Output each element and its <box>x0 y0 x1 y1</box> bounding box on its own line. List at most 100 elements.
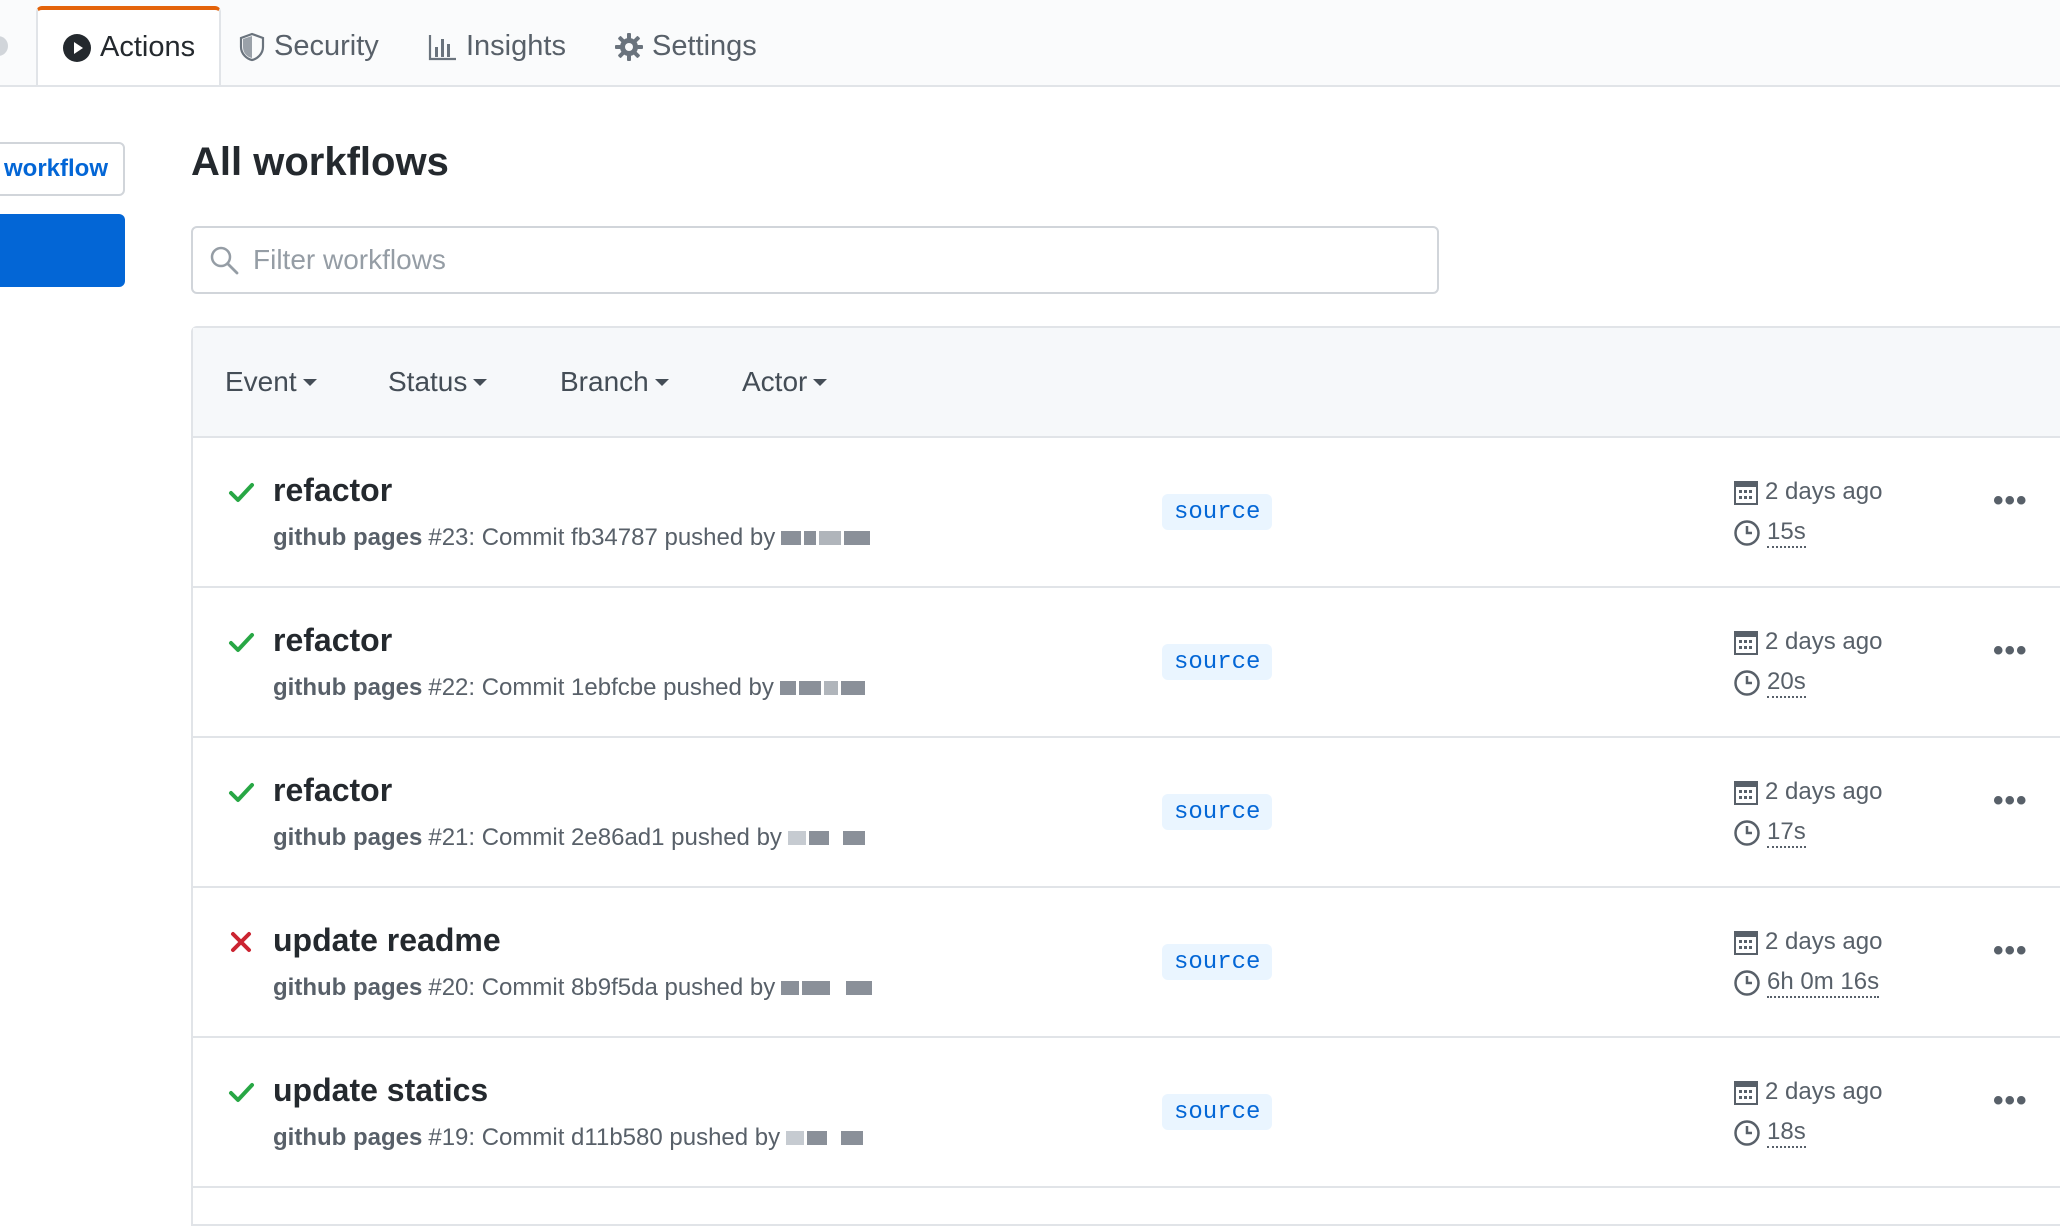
calendar-icon <box>1733 478 1759 506</box>
more-options-icon[interactable]: ••• <box>1993 484 2028 518</box>
check-icon <box>227 628 255 656</box>
status-filter[interactable]: Status <box>388 366 488 398</box>
calendar-icon <box>1733 778 1759 806</box>
workflow-run-row[interactable]: update statics github pages #19: Commit … <box>193 1038 2060 1188</box>
run-description: #22: Commit 1ebfcbe pushed by <box>428 674 774 701</box>
run-date-text: 2 days ago <box>1765 478 1883 505</box>
more-options-icon[interactable]: ••• <box>1993 634 2028 668</box>
run-duration: 20s <box>1733 668 1806 698</box>
branch-filter[interactable]: Branch <box>560 366 669 398</box>
more-options-icon[interactable]: ••• <box>1993 934 2028 968</box>
run-duration-text: 6h 0m 16s <box>1767 968 1880 998</box>
run-date-text: 2 days ago <box>1765 778 1883 805</box>
run-title[interactable]: refactor <box>273 472 392 509</box>
check-icon <box>227 478 255 506</box>
run-date: 2 days ago <box>1733 1078 1882 1106</box>
more-options-icon[interactable]: ••• <box>1993 1084 2028 1118</box>
workflow-runs-list: Event Status Branch Actor refactor githu… <box>191 326 2060 1226</box>
clock-icon <box>1733 819 1761 847</box>
run-title[interactable]: update readme <box>273 922 501 959</box>
caret-down-icon <box>302 378 317 386</box>
run-date: 2 days ago <box>1733 478 1882 506</box>
run-title[interactable]: update statics <box>273 1072 488 1109</box>
branch-label[interactable]: source <box>1162 944 1273 980</box>
run-meta: github pages #22: Commit 1ebfcbe pushed … <box>273 674 868 702</box>
workflow-run-row[interactable]: refactor github pages #22: Commit 1ebfcb… <box>193 588 2060 738</box>
tab-label: Settings <box>652 30 757 62</box>
run-meta: github pages #20: Commit 8b9f5da pushed … <box>273 974 875 1002</box>
calendar-icon <box>1733 1078 1759 1106</box>
run-date-text: 2 days ago <box>1765 628 1883 655</box>
run-description: #20: Commit 8b9f5da pushed by <box>428 974 776 1001</box>
shield-icon <box>238 32 266 62</box>
redacted-username <box>781 981 875 995</box>
run-duration-text: 18s <box>1767 1118 1806 1148</box>
run-description: #21: Commit 2e86ad1 pushed by <box>428 824 782 851</box>
run-duration: 17s <box>1733 818 1806 848</box>
run-duration: 18s <box>1733 1118 1806 1148</box>
page-title: All workflows <box>191 140 449 184</box>
check-icon <box>227 778 255 806</box>
sidebar-item-all-workflows[interactable] <box>0 214 125 287</box>
graph-icon <box>428 33 458 61</box>
caret-down-icon <box>813 378 828 386</box>
run-duration: 6h 0m 16s <box>1733 968 1880 998</box>
tab-security[interactable]: Security <box>238 8 379 85</box>
caret-down-icon <box>654 378 669 386</box>
run-duration: 15s <box>1733 518 1806 548</box>
clock-icon <box>1733 1119 1761 1147</box>
clock-icon <box>1733 969 1761 997</box>
run-date: 2 days ago <box>1733 928 1882 956</box>
truncated-tab-icon <box>0 36 8 56</box>
event-filter[interactable]: Event <box>225 366 317 398</box>
actor-filter[interactable]: Actor <box>742 366 828 398</box>
caret-down-icon <box>473 378 488 386</box>
run-date-text: 2 days ago <box>1765 1078 1883 1105</box>
run-date-text: 2 days ago <box>1765 928 1883 955</box>
run-meta: github pages #23: Commit fb34787 pushed … <box>273 524 873 552</box>
search-icon <box>209 245 239 275</box>
new-workflow-button[interactable]: workflow <box>0 142 125 196</box>
filter-workflows-field[interactable] <box>191 226 1439 294</box>
branch-label[interactable]: source <box>1162 1094 1273 1130</box>
redacted-username <box>779 681 868 695</box>
run-duration-text: 15s <box>1767 518 1806 548</box>
workflow-name: github pages <box>273 674 423 701</box>
check-icon <box>227 1078 255 1106</box>
run-duration-text: 17s <box>1767 818 1806 848</box>
gear-icon <box>614 32 644 62</box>
branch-label[interactable]: source <box>1162 494 1273 530</box>
workflow-run-row[interactable]: update readme github pages #20: Commit 8… <box>193 888 2060 1038</box>
run-date: 2 days ago <box>1733 628 1882 656</box>
tab-label: Actions <box>100 31 196 63</box>
run-date: 2 days ago <box>1733 778 1882 806</box>
tab-label: Insights <box>466 30 566 62</box>
filter-label: Actor <box>742 366 808 397</box>
play-icon <box>62 33 92 63</box>
branch-label[interactable]: source <box>1162 794 1273 830</box>
calendar-icon <box>1733 628 1759 656</box>
run-description: #23: Commit fb34787 pushed by <box>428 524 776 551</box>
tab-insights[interactable]: Insights <box>428 8 566 85</box>
workflow-name: github pages <box>273 824 423 851</box>
new-workflow-label: workflow <box>4 155 109 182</box>
run-meta: github pages #19: Commit d11b580 pushed … <box>273 1124 866 1152</box>
tab-actions[interactable]: Actions <box>36 6 222 85</box>
run-title[interactable]: refactor <box>273 622 392 659</box>
more-options-icon[interactable]: ••• <box>1993 784 2028 818</box>
filter-label: Event <box>225 366 297 397</box>
run-description: #19: Commit d11b580 pushed by <box>428 1124 781 1151</box>
workflow-run-row[interactable]: refactor github pages #21: Commit 2e86ad… <box>193 738 2060 888</box>
filter-label: Branch <box>560 366 649 397</box>
calendar-icon <box>1733 928 1759 956</box>
tab-settings[interactable]: Settings <box>614 8 757 85</box>
search-input[interactable] <box>251 243 1437 277</box>
run-title[interactable]: refactor <box>273 772 392 809</box>
workflow-run-row[interactable]: refactor github pages #23: Commit fb3478… <box>193 438 2060 588</box>
workflow-name: github pages <box>273 1124 423 1151</box>
workflow-name: github pages <box>273 974 423 1001</box>
redacted-username <box>787 831 868 845</box>
branch-label[interactable]: source <box>1162 644 1273 680</box>
x-icon <box>227 928 255 956</box>
repo-nav: Actions Security Insights Settings <box>0 0 2060 87</box>
